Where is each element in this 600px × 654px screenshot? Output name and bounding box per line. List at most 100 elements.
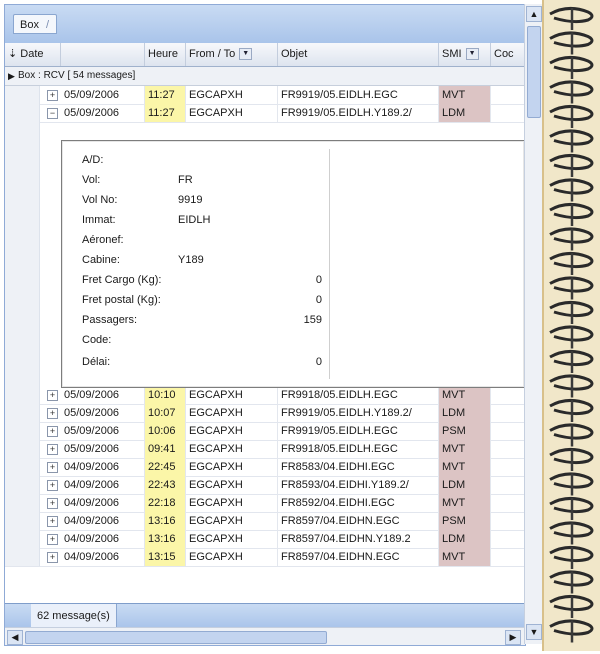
scroll-left-icon[interactable]: ◀ [7, 630, 23, 645]
cell-objet: FR9919/05.EIDLH.EGC [278, 422, 439, 440]
expand-icon[interactable]: + [47, 516, 58, 527]
cell-smi: PSM [439, 422, 491, 440]
tab-close-icon[interactable]: / [46, 19, 49, 31]
cell-from: EGCAPXH [186, 530, 278, 548]
expand-icon[interactable]: + [47, 90, 58, 101]
cell-code [491, 494, 525, 512]
cell-from: EGCAPXH [186, 548, 278, 566]
table-row[interactable]: + 04/09/2006 22:43 EGCAPXH FR8593/04.EID… [5, 476, 525, 495]
cell-time: 10:07 [145, 404, 186, 422]
expand-icon[interactable]: + [47, 498, 58, 509]
cell-from: EGCAPXH [186, 494, 278, 512]
detail-label: Code: [82, 334, 112, 346]
cell-time: 22:45 [145, 458, 186, 476]
horizontal-scroll-thumb[interactable] [25, 631, 327, 644]
cell-from: EGCAPXH [186, 86, 278, 104]
row-indent [5, 86, 40, 104]
cell-objet: FR9919/05.EIDLH.EGC [278, 86, 439, 104]
cell-code [491, 422, 525, 440]
table-row[interactable]: + 05/09/2006 09:41 EGCAPXH FR9918/05.EID… [5, 440, 525, 459]
collapse-icon[interactable]: − [47, 108, 58, 119]
column-header-row: ⇣ Date Heure From / To ▼ Objet SMI ▼ Coc [5, 43, 525, 67]
group-row-box-rcv[interactable]: ▶ Box : RCV [ 54 messages] [5, 67, 525, 86]
expand-icon[interactable]: + [47, 426, 58, 437]
expand-icon[interactable]: + [47, 534, 58, 545]
cell-date: 04/09/2006 [61, 476, 145, 494]
detail-label: A/D: [82, 154, 104, 166]
detail-number: 0 [315, 274, 322, 286]
column-header-heure[interactable]: Heure [145, 43, 186, 66]
detail-value: Y189 [178, 254, 204, 266]
vertical-scrollbar[interactable]: ▲ ▼ [524, 4, 543, 644]
expand-icon[interactable]: + [47, 390, 58, 401]
cell-smi: LDM [439, 404, 491, 422]
column-header-code-label: Coc [494, 48, 514, 60]
column-header-date[interactable]: ⇣ Date [5, 43, 61, 66]
detail-label: Vol: [82, 174, 101, 186]
column-header-objet[interactable]: Objet [278, 43, 439, 66]
table-row[interactable]: + 04/09/2006 13:16 EGCAPXH FR8597/04.EID… [5, 530, 525, 549]
table-row[interactable]: + 05/09/2006 10:07 EGCAPXH FR9919/05.EID… [5, 404, 525, 423]
cell-smi: MVT [439, 386, 491, 404]
detail-label: Cabine: [82, 254, 120, 266]
cell-code [491, 386, 525, 404]
column-header-from-to[interactable]: From / To ▼ [186, 43, 278, 66]
cell-time: 13:15 [145, 548, 186, 566]
smi-dropdown-icon[interactable]: ▼ [465, 48, 479, 61]
table-row[interactable]: + 05/09/2006 11:27 EGCAPXH FR9919/05.EID… [5, 86, 525, 105]
row-indent [5, 458, 40, 476]
group-expand-icon[interactable]: ▶ [8, 67, 15, 85]
row-indent [5, 404, 40, 422]
expand-icon[interactable]: + [47, 444, 58, 455]
table-row[interactable]: + 04/09/2006 22:45 EGCAPXH FR8583/04.EID… [5, 458, 525, 477]
cell-code [491, 476, 525, 494]
cell-code [491, 86, 525, 104]
expand-icon[interactable]: + [47, 552, 58, 563]
cell-time: 09:41 [145, 440, 186, 458]
table-row[interactable]: + 04/09/2006 13:16 EGCAPXH FR8597/04.EID… [5, 512, 525, 531]
row-indent [5, 494, 40, 512]
expand-icon[interactable]: + [47, 462, 58, 473]
horizontal-scrollbar[interactable]: ◀ ▶ [5, 627, 525, 645]
table-row[interactable]: + 05/09/2006 10:10 EGCAPXH FR9918/05.EID… [5, 386, 525, 405]
table-row[interactable]: + 05/09/2006 10:06 EGCAPXH FR9919/05.EID… [5, 422, 525, 441]
cell-code [491, 512, 525, 530]
cell-objet: FR8597/04.EIDHN.EGC [278, 548, 439, 566]
cell-objet: FR8597/04.EIDHN.EGC [278, 512, 439, 530]
cell-date: 04/09/2006 [61, 494, 145, 512]
cell-from: EGCAPXH [186, 458, 278, 476]
row-indent [5, 440, 40, 458]
expand-icon[interactable]: + [47, 408, 58, 419]
cell-date: 05/09/2006 [61, 386, 145, 404]
detail-value: EIDLH [178, 214, 211, 226]
table-row[interactable]: + 04/09/2006 13:15 EGCAPXH FR8597/04.EID… [5, 548, 525, 567]
cell-date: 04/09/2006 [61, 548, 145, 566]
detail-indent [5, 122, 40, 386]
column-header-smi[interactable]: SMI ▼ [439, 43, 491, 66]
detail-label: Fret Cargo (Kg): [82, 274, 162, 286]
pin-icon: ⇣ [8, 48, 18, 60]
cell-smi: MVT [439, 458, 491, 476]
message-count: 62 message(s) [31, 604, 117, 628]
column-header-code[interactable]: Coc [491, 43, 525, 66]
table-row-selected[interactable]: − 05/09/2006 11:27 EGCAPXH FR9919/05.EID… [5, 104, 525, 123]
from-to-dropdown-icon[interactable]: ▼ [239, 48, 253, 61]
scroll-up-icon[interactable]: ▲ [526, 6, 542, 22]
tab-box-label: Box [20, 19, 39, 31]
cell-from: EGCAPXH [186, 422, 278, 440]
column-header-date-label: Date [20, 48, 44, 60]
cell-date: 05/09/2006 [61, 86, 145, 104]
scroll-right-icon[interactable]: ▶ [505, 630, 521, 645]
tab-box[interactable]: Box / [13, 14, 57, 34]
cell-smi: MVT [439, 86, 491, 104]
vertical-scroll-thumb[interactable] [527, 26, 541, 118]
cell-smi: MVT [439, 440, 491, 458]
cell-date: 05/09/2006 [61, 440, 145, 458]
cell-time: 10:06 [145, 422, 186, 440]
scroll-down-icon[interactable]: ▼ [526, 624, 542, 640]
spiral-binding-graphic [549, 7, 594, 643]
cell-from: EGCAPXH [186, 104, 278, 122]
table-row[interactable]: + 04/09/2006 22:18 EGCAPXH FR8592/04.EID… [5, 494, 525, 513]
column-header-from-to-label: From / To [189, 48, 236, 60]
expand-icon[interactable]: + [47, 480, 58, 491]
